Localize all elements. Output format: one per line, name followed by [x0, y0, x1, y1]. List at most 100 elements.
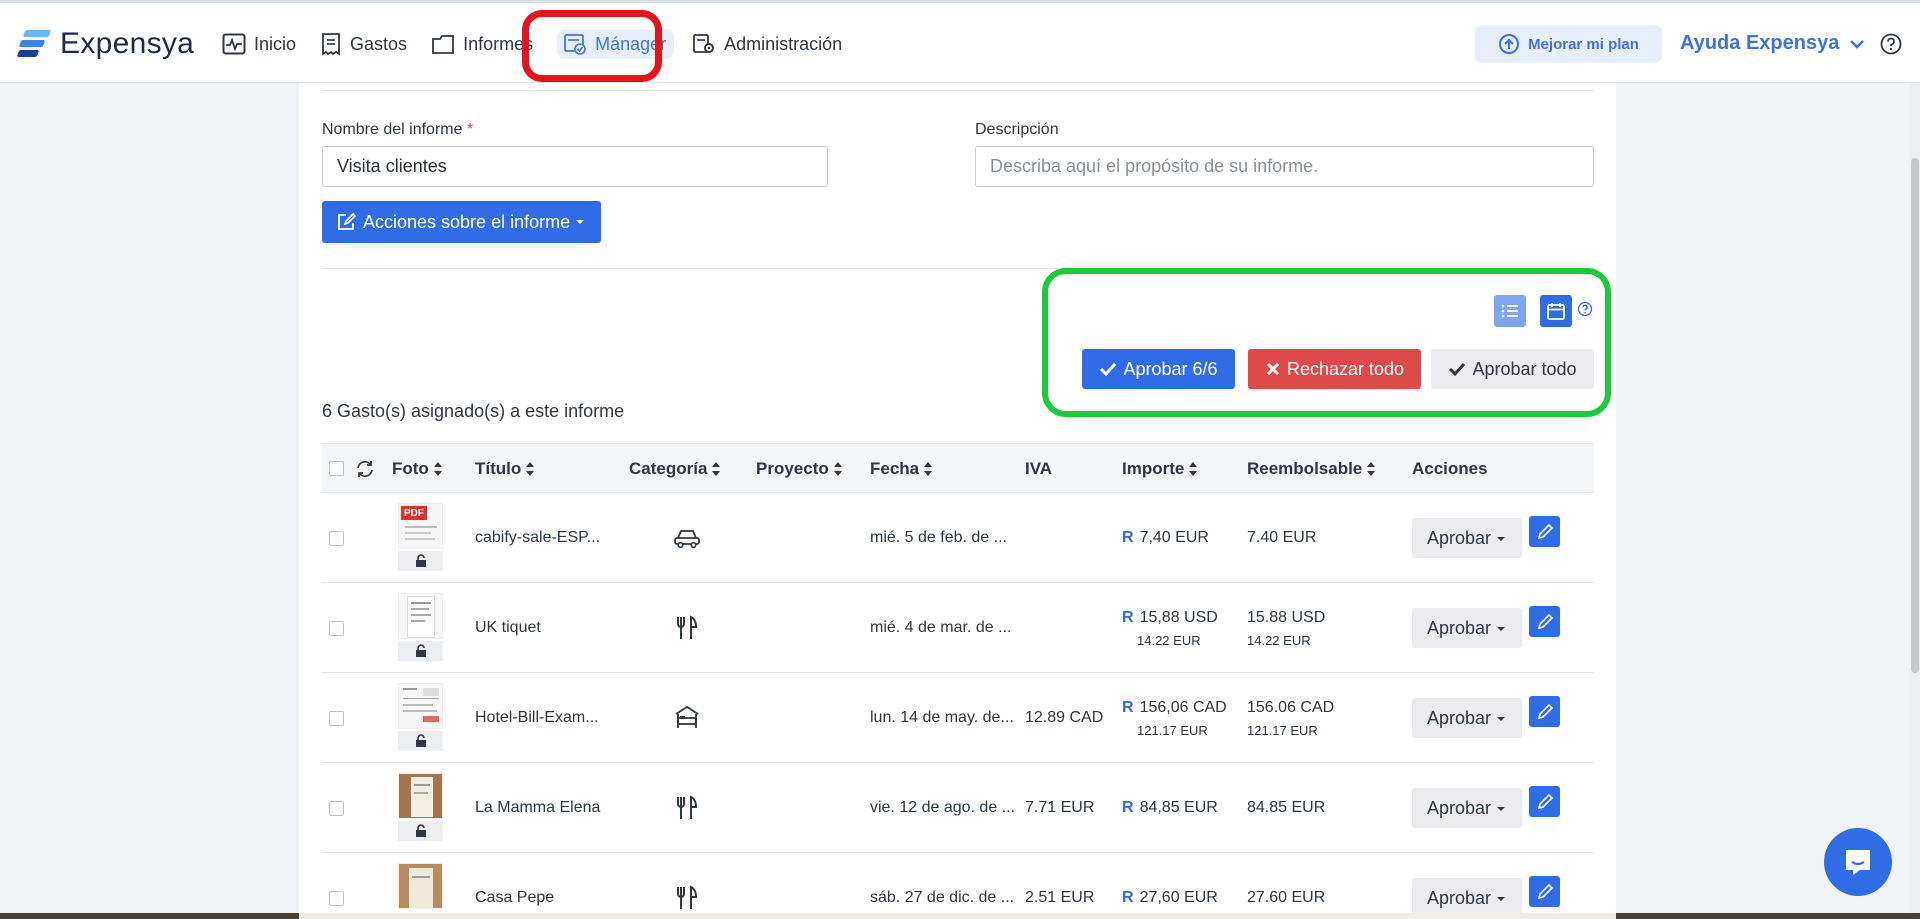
expense-title[interactable]: Casa Pepe	[475, 889, 554, 907]
receipt-thumbnail[interactable]	[398, 863, 443, 919]
column-header-categoria[interactable]: Categoría	[629, 459, 721, 479]
receipt-thumbnail[interactable]	[398, 773, 443, 841]
caret-down-icon	[1497, 897, 1506, 901]
expensya-logo[interactable]: Expensya	[16, 27, 194, 61]
expense-date: vie. 12 de ago. de ...	[870, 799, 1015, 816]
column-header-fecha[interactable]: Fecha	[870, 459, 933, 479]
column-header-importe[interactable]: Importe	[1122, 459, 1198, 479]
help-menu-dropdown[interactable]: Ayuda Expensya	[1680, 32, 1865, 55]
unlock-icon	[415, 734, 426, 747]
caret-down-icon	[1497, 717, 1506, 721]
nav-item-inicio[interactable]: Inicio	[222, 29, 302, 59]
table-row[interactable]: Hotel-Bill-Exam... lun. 14 de may. de...…	[322, 673, 1594, 763]
report-card: Nombre del informe * Visita clientes Des…	[299, 83, 1616, 919]
expense-date: mié. 5 de feb. de ...	[870, 529, 1007, 546]
approve-dropdown[interactable]: Aprobar	[1412, 878, 1522, 918]
sort-icon	[1189, 462, 1198, 476]
column-label: IVA	[1025, 459, 1053, 478]
pencil-icon	[1537, 793, 1553, 809]
report-name-input[interactable]: Visita clientes	[322, 146, 828, 187]
table-row[interactable]: UK tiquet mié. 4 de mar. de ... R 15,88 U…	[322, 583, 1594, 673]
table-row[interactable]: Casa Pepe sáb. 27 de dic. de ... 2.51 EU…	[322, 853, 1594, 919]
column-label: Fecha	[870, 459, 920, 478]
edit-expense-button[interactable]	[1529, 606, 1560, 637]
table-row[interactable]: PDF cabify-sale-ESP... mié. 5 de feb. de…	[322, 493, 1594, 583]
refresh-icon[interactable]	[355, 459, 375, 479]
reimbursable-mark: R	[1122, 529, 1134, 546]
nav-label: Inicio	[254, 33, 297, 54]
select-all-checkbox[interactable]	[329, 461, 344, 476]
expense-count-text: 6 Gasto(s) asignado(s) a este informe	[322, 401, 625, 421]
scrollbar-thumb[interactable]	[1911, 158, 1919, 673]
expense-title[interactable]: UK tiquet	[475, 619, 541, 637]
caret-down-icon	[1497, 627, 1506, 631]
nav-label: Administración	[724, 33, 843, 54]
receipt-thumbnail[interactable]	[398, 683, 443, 751]
approve-dropdown[interactable]: Aprobar	[1412, 788, 1522, 828]
pencil-icon	[1537, 613, 1553, 629]
receipt-thumbnail[interactable]	[398, 593, 443, 661]
receipt-icon	[322, 33, 340, 56]
nav-item-administracion[interactable]: Administración	[692, 29, 848, 59]
expense-refundable: 27.60 EUR	[1247, 889, 1326, 906]
pdf-thumbnail: PDF	[398, 503, 443, 549]
expense-date: sáb. 27 de dic. de ...	[870, 889, 1015, 906]
approve-dropdown[interactable]: Aprobar	[1412, 698, 1522, 738]
caret-down-icon	[576, 220, 585, 224]
edit-expense-button[interactable]	[1529, 876, 1560, 907]
table-row[interactable]: La Mamma Elena vie. 12 de ago. de ... 7.…	[322, 763, 1594, 853]
upgrade-plan-button[interactable]: Mejorar mi plan	[1475, 25, 1662, 63]
expense-amount-converted: 121.17 EUR	[1137, 723, 1208, 738]
lock-status	[398, 821, 443, 841]
edit-square-icon	[338, 212, 357, 230]
expense-amount: R 15,88 USD	[1122, 609, 1218, 627]
row-checkbox[interactable]	[329, 801, 344, 816]
edit-expense-button[interactable]	[1529, 786, 1560, 817]
row-checkbox[interactable]	[329, 531, 344, 546]
row-checkbox[interactable]	[329, 621, 344, 636]
expense-title[interactable]: cabify-sale-ESP...	[475, 529, 600, 547]
column-header-acciones: Acciones	[1412, 459, 1488, 479]
column-header-titulo[interactable]: Título	[475, 459, 535, 479]
caret-down-icon	[1497, 807, 1506, 811]
column-header-proyecto[interactable]: Proyecto	[756, 459, 843, 479]
approve-dropdown[interactable]: Aprobar	[1412, 518, 1522, 558]
row-checkbox[interactable]	[329, 711, 344, 726]
report-actions-button[interactable]: Acciones sobre el informe	[322, 201, 601, 243]
help-question-icon[interactable]	[1880, 33, 1902, 55]
receipt-image	[398, 593, 443, 639]
support-chat-button[interactable]	[1824, 828, 1892, 896]
approve-dropdown[interactable]: Aprobar	[1412, 608, 1522, 648]
approve-label: Aprobar	[1426, 617, 1492, 638]
receipt-photo	[398, 773, 443, 819]
edit-expense-button[interactable]	[1529, 696, 1560, 727]
page-scrollbar[interactable]	[1910, 83, 1920, 919]
column-header-foto[interactable]: Foto	[392, 459, 443, 479]
reimbursable-mark: R	[1122, 799, 1134, 816]
report-actions-label: Acciones sobre el informe	[363, 211, 571, 232]
document-image	[398, 683, 443, 729]
edit-expense-button[interactable]	[1529, 516, 1560, 547]
required-mark: *	[466, 121, 474, 138]
expenses-table: Foto Título Categoría Proyecto Fecha IVA…	[322, 443, 1594, 919]
expense-title[interactable]: Hotel-Bill-Exam...	[475, 709, 599, 727]
nav-item-gastos[interactable]: Gastos	[320, 29, 413, 59]
expense-title[interactable]: La Mamma Elena	[475, 799, 600, 817]
row-checkbox[interactable]	[329, 891, 344, 906]
fork-knife-icon	[677, 885, 698, 909]
activity-icon	[222, 33, 246, 55]
column-label: Categoría	[629, 459, 708, 478]
receipt-thumbnail[interactable]: PDF	[398, 503, 443, 571]
caret-down-icon	[1497, 537, 1506, 541]
lock-status	[398, 551, 443, 571]
approve-label: Aprobar	[1426, 797, 1492, 818]
expense-refundable: 15.88 USD	[1247, 609, 1326, 626]
column-header-iva: IVA	[1025, 459, 1052, 479]
reimbursable-mark: R	[1122, 889, 1134, 906]
expense-refundable-converted: 14.22 EUR	[1247, 633, 1311, 648]
hotel-bed-icon	[675, 705, 699, 728]
description-input[interactable]: Describa aquí el propósito de su informe…	[975, 146, 1594, 187]
manager-highlight-box	[522, 10, 662, 82]
expense-iva: 2.51 EUR	[1025, 889, 1095, 906]
column-header-reembolsable[interactable]: Reembolsable	[1247, 459, 1376, 479]
